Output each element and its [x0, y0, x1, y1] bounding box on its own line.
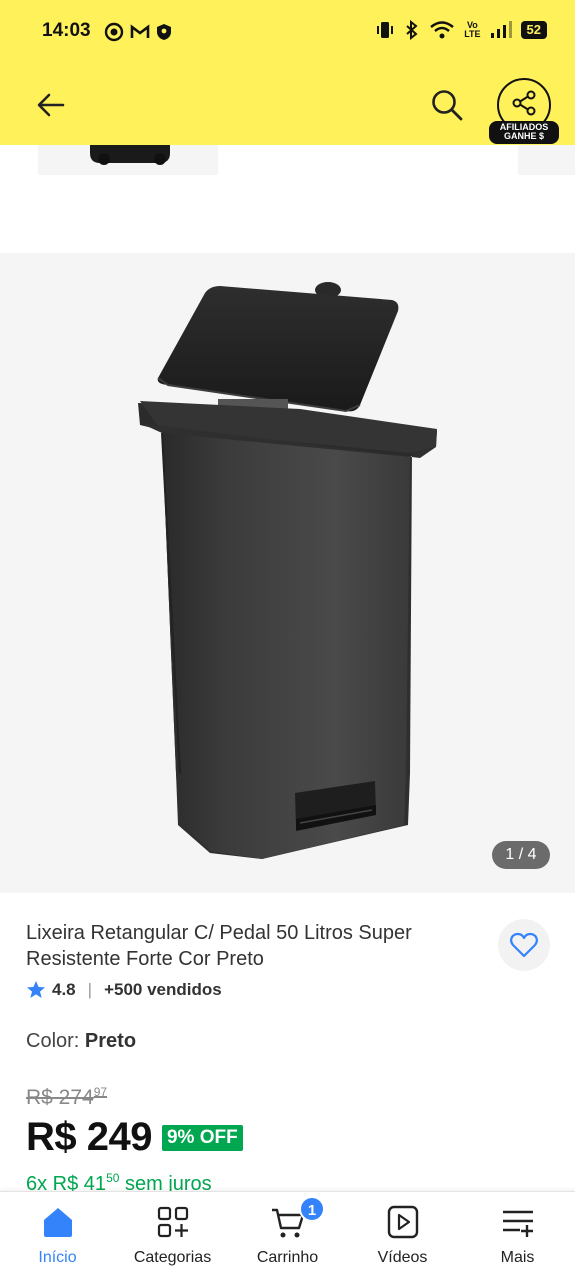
price-row: R$ 249 9% OFF [26, 1115, 243, 1160]
tab-inicio[interactable]: Início [0, 1192, 115, 1280]
favorite-button[interactable] [498, 919, 550, 971]
battery-indicator: 52 [520, 21, 547, 39]
original-price: R$ 27497 [26, 1085, 107, 1110]
tab-label: Mais [500, 1249, 535, 1266]
tab-label: Carrinho [256, 1249, 319, 1266]
star-icon [27, 981, 45, 998]
tab-label: Vídeos [377, 1249, 428, 1266]
menu-plus-icon [503, 1210, 533, 1237]
affiliate-earn-label: GANHE $ [503, 131, 544, 141]
rating-row[interactable]: 4.8 | +500 vendidos [26, 979, 222, 1001]
product-image-gallery[interactable] [0, 253, 575, 893]
color-label: Color: [26, 1030, 80, 1052]
current-price: R$ 249 [26, 1115, 152, 1159]
tab-carrinho[interactable]: 1 Carrinho [230, 1192, 345, 1280]
cart-count-badge: 1 [299, 1196, 325, 1222]
installments-text[interactable]: 6x R$ 4150 sem juros [26, 1171, 212, 1191]
tab-categorias[interactable]: Categorias [115, 1192, 230, 1280]
tab-mais[interactable]: Mais [460, 1192, 575, 1280]
rating-value: 4.8 [52, 980, 76, 999]
thumbnail-strip [0, 145, 575, 253]
arrow-left-icon [37, 93, 65, 117]
video-icon [387, 1205, 419, 1239]
bluetooth-icon [406, 20, 418, 40]
share-icon [512, 90, 536, 116]
search-button[interactable] [430, 88, 464, 122]
sold-count: +500 vendidos [104, 980, 222, 999]
target-icon [104, 22, 124, 42]
affiliate-badge[interactable]: AFILIADOS GANHE $ [489, 121, 559, 144]
signal-icon [490, 21, 512, 38]
tab-videos[interactable]: Vídeos [345, 1192, 460, 1280]
app-header: 14:03 Vo LTE 52 AFILIADOS GANHE $ [0, 0, 575, 145]
heart-icon [510, 932, 538, 958]
product-title: Lixeira Retangular C/ Pedal 50 Litros Su… [26, 922, 412, 970]
color-value: Preto [84, 1030, 137, 1052]
back-button[interactable] [34, 88, 68, 122]
gmail-icon [130, 24, 150, 38]
thumbnail-card[interactable] [518, 145, 575, 175]
original-price-main: R$ 274 [26, 1086, 94, 1109]
categories-icon [157, 1206, 189, 1238]
tab-label: Início [38, 1249, 77, 1266]
tab-label: Categorias [133, 1249, 212, 1266]
bottom-navigation: Início Categorias 1 Carrinho Vídeos Mais [0, 1191, 575, 1280]
status-bar: 14:03 Vo LTE 52 [0, 0, 575, 64]
vibrate-icon [377, 22, 394, 38]
thumbnail-card[interactable] [38, 145, 218, 175]
installments-cents: 50 [106, 1171, 120, 1185]
wifi-icon [430, 21, 454, 39]
color-selector[interactable]: Color: Preto [26, 1030, 136, 1053]
original-price-cents: 97 [93, 1085, 108, 1099]
status-time: 14:03 [42, 20, 91, 41]
network-type: Vo LTE [464, 20, 481, 39]
home-icon [44, 1208, 72, 1237]
installments-suffix: sem juros [124, 1173, 212, 1191]
image-counter: 1 / 4 [492, 841, 550, 869]
search-icon [432, 90, 463, 121]
discount-badge: 9% OFF [161, 1124, 243, 1151]
rating-separator: | [87, 980, 93, 999]
shield-icon [157, 24, 171, 40]
thumbnail-image [90, 145, 170, 165]
installments-prefix: 6x R$ 41 [26, 1173, 107, 1191]
product-image [138, 282, 437, 859]
